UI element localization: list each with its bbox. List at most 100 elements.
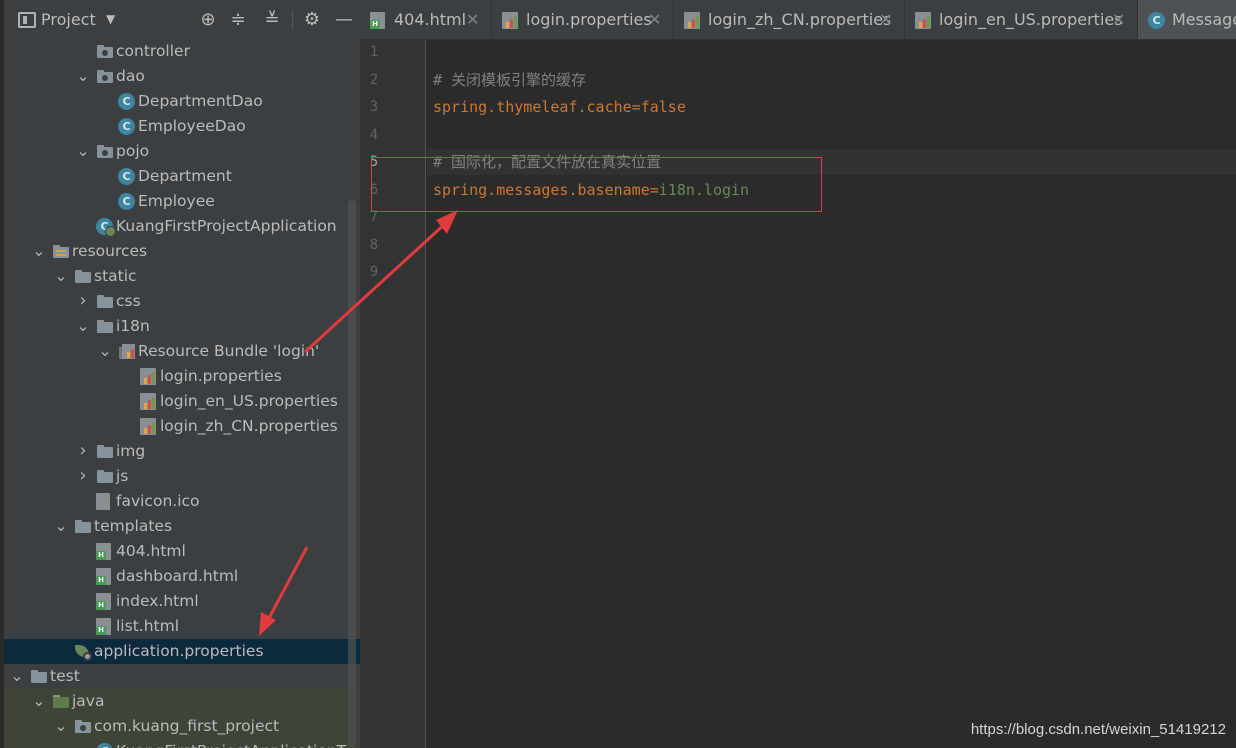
tree-item-label: KuangFirstProjectApplicationT — [116, 741, 346, 748]
tree-item[interactable]: ⌄ Resource Bundle 'login' — [4, 339, 360, 364]
tree-item[interactable]: ⌄ i18n — [4, 314, 360, 339]
chevron-down-icon[interactable]: ⌄ — [54, 267, 68, 285]
tree-item[interactable]: ⌄ java — [4, 689, 360, 714]
properties-file-icon — [684, 12, 700, 29]
tree-item[interactable]: login_en_US.properties — [4, 389, 360, 414]
tree-item[interactable]: › img — [4, 439, 360, 464]
editor-tab[interactable]: 404.html✕ — [360, 0, 492, 39]
tree-item[interactable]: favicon.ico — [4, 489, 360, 514]
line-number: 8 — [369, 236, 379, 253]
tree-item[interactable]: ⌄ resources — [4, 239, 360, 264]
folder-icon — [96, 318, 114, 335]
tree-item-label: Employee — [138, 192, 215, 210]
editor-tab-label: login.properties — [526, 10, 652, 29]
chevron-right-icon[interactable]: › — [76, 442, 90, 460]
watermark: https://blog.csdn.net/weixin_51419212 — [970, 721, 1226, 738]
resource-bundle-icon — [118, 343, 136, 360]
chevron-down-icon[interactable]: ⌄ — [54, 517, 68, 535]
tree-item[interactable]: ⌄ dao — [4, 64, 360, 89]
test-source-folder-icon — [52, 693, 70, 710]
line-number: 1 — [369, 44, 379, 60]
editor-tab[interactable]: C Message — [1138, 0, 1236, 39]
properties-file-icon — [502, 12, 518, 29]
html-file-icon — [96, 568, 111, 585]
tree-item-label: resources — [72, 242, 148, 260]
locate-file-icon[interactable]: ⊕ — [196, 8, 220, 32]
tree-item-label: favicon.ico — [116, 492, 200, 510]
html-file-icon — [96, 618, 111, 635]
expand-all-icon[interactable]: ≑ — [226, 8, 250, 32]
tree-item[interactable]: 404.html — [4, 539, 360, 564]
tree-item-label: java — [72, 692, 105, 710]
close-icon[interactable]: ✕ — [648, 10, 661, 29]
property-key: spring.thymeleaf.cache — [433, 98, 632, 116]
folder-icon — [74, 518, 92, 535]
tree-scrollbar[interactable] — [348, 200, 356, 748]
tree-item[interactable]: login.properties — [4, 364, 360, 389]
project-panel-header: Project ▼ ⊕ ≑ ≚ ⚙ — — [4, 0, 360, 40]
editor-tab[interactable]: login.properties ✕ — [492, 0, 674, 39]
close-icon[interactable]: ✕ — [1112, 10, 1125, 29]
tree-item[interactable]: index.html — [4, 589, 360, 614]
project-view-selector[interactable]: Project — [41, 10, 96, 29]
editor-tab-bar: 404.html✕login.properties✕login_zh_CN.pr… — [360, 0, 1236, 40]
tree-item[interactable]: C Department — [4, 164, 360, 189]
tree-item[interactable]: controller — [4, 39, 360, 64]
tree-item[interactable]: C DepartmentDao — [4, 89, 360, 114]
spring-config-icon — [74, 643, 92, 661]
tree-item-label: login.properties — [160, 367, 282, 385]
file-icon — [96, 493, 110, 510]
chevron-down-icon[interactable]: ▼ — [106, 12, 115, 26]
tree-item[interactable]: ⌄ static — [4, 264, 360, 289]
tree-item[interactable]: C Employee — [4, 189, 360, 214]
editor-tab[interactable]: login_zh_CN.properties ✕ — [674, 0, 905, 39]
chevron-down-icon[interactable]: ⌄ — [98, 342, 112, 360]
code-line: # 关闭模板引擎的缓存 — [433, 70, 586, 90]
chevron-down-icon[interactable]: ⌄ — [32, 692, 46, 710]
chevron-down-icon[interactable]: ⌄ — [76, 142, 90, 160]
close-icon[interactable]: ✕ — [466, 10, 479, 29]
chevron-down-icon[interactable]: ⌄ — [54, 717, 68, 735]
collapse-all-icon[interactable]: ≚ — [260, 8, 284, 32]
tree-item[interactable]: CKuangFirstProjectApplicationT — [4, 739, 360, 748]
line-number-gutter: 123456789 — [360, 40, 426, 748]
tree-item[interactable]: ⌄ com.kuang_first_project — [4, 714, 360, 739]
tree-item[interactable]: C KuangFirstProjectApplication — [4, 214, 360, 239]
properties-file-icon — [915, 12, 931, 29]
tree-item-label: static — [94, 267, 137, 285]
tree-item[interactable]: › css — [4, 289, 360, 314]
tree-item[interactable]: list.html — [4, 614, 360, 639]
folder-icon — [74, 268, 92, 285]
folder-icon — [96, 293, 114, 310]
close-icon[interactable]: ✕ — [879, 10, 892, 29]
tree-item[interactable]: ⌄ pojo — [4, 139, 360, 164]
chevron-down-icon[interactable]: ⌄ — [76, 67, 90, 85]
tree-item[interactable]: ⌄ templates — [4, 514, 360, 539]
code-view[interactable]: # 关闭模板引擎的缓存 spring.thymeleaf.cache=false #… — [427, 40, 1236, 748]
tree-item[interactable]: › js — [4, 464, 360, 489]
tree-item-label: index.html — [116, 592, 199, 610]
hide-panel-icon[interactable]: — — [332, 8, 356, 32]
chevron-down-icon[interactable]: ⌄ — [32, 242, 46, 260]
package-folder-icon — [96, 68, 114, 85]
tree-item[interactable]: dashboard.html — [4, 564, 360, 589]
editor-tab[interactable]: login_en_US.properties ✕ — [905, 0, 1138, 39]
tree-item[interactable]: login_zh_CN.properties — [4, 414, 360, 439]
gear-icon[interactable]: ⚙ — [300, 8, 324, 32]
html-file-icon — [370, 12, 385, 29]
code-line: spring.thymeleaf.cache=false — [433, 97, 686, 117]
folder-icon — [96, 468, 114, 485]
chevron-down-icon[interactable]: ⌄ — [10, 667, 24, 685]
editor-tab-label: login_en_US.properties — [939, 10, 1123, 29]
properties-file-icon — [140, 418, 156, 435]
tree-item[interactable]: ⌄ test — [4, 664, 360, 689]
chevron-right-icon[interactable]: › — [76, 292, 90, 310]
line-number: 3 — [369, 99, 379, 115]
tree-item[interactable]: C EmployeeDao — [4, 114, 360, 139]
chevron-right-icon[interactable]: › — [76, 467, 90, 485]
java-class-icon: C — [118, 193, 135, 210]
package-folder-icon — [96, 43, 114, 60]
tree-item[interactable]: application.properties — [4, 639, 360, 664]
chevron-down-icon[interactable]: ⌄ — [76, 317, 90, 335]
tree-item-label: DepartmentDao — [138, 92, 263, 110]
